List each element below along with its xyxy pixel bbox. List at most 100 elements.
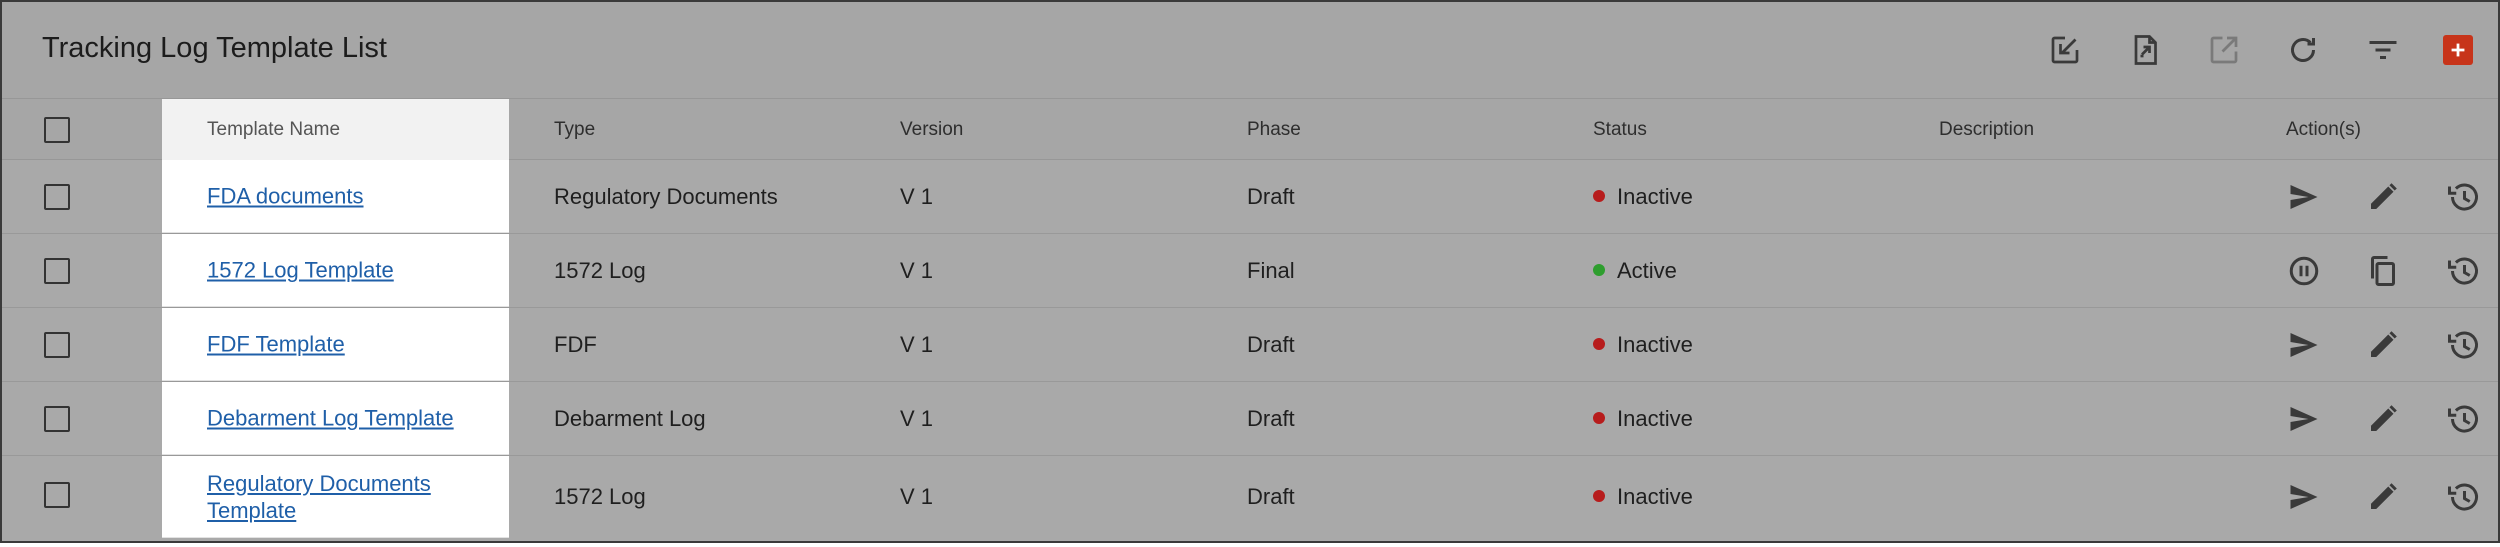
edit-icon [2371, 182, 2397, 209]
table-row: Debarment Log Template Debarment Log V 1 Dr… [2, 382, 2498, 456]
status-dot-icon [1593, 337, 1605, 350]
edit-icon [2371, 404, 2397, 431]
edit-button[interactable] [2364, 478, 2402, 516]
status-dot-icon [1593, 411, 1605, 424]
phase-cell: Draft [1247, 484, 1295, 509]
filter-icon [2369, 41, 2397, 59]
send-button[interactable] [2285, 400, 2323, 438]
status-dot-icon [1593, 189, 1605, 202]
column-header-phase: Phase [1247, 119, 1301, 140]
template-name-cell: Debarment Log Template [162, 382, 509, 455]
column-header-version: Version [900, 119, 964, 140]
history-button[interactable] [2444, 178, 2482, 216]
pause-icon [2289, 256, 2319, 285]
row-checkbox[interactable] [44, 184, 70, 210]
status-cell: Inactive [1593, 484, 1693, 510]
status-label: Active [1617, 257, 1677, 283]
history-icon [2448, 183, 2478, 210]
version-cell: V 1 [900, 257, 934, 283]
type-cell: 1572 Log [554, 257, 646, 283]
template-name-link[interactable]: FDF Template [207, 331, 497, 358]
version-cell: V 1 [900, 484, 934, 509]
status-label: Inactive [1617, 484, 1693, 509]
history-icon [2448, 483, 2478, 511]
import-button[interactable] [2045, 30, 2085, 70]
status-label: Inactive [1617, 331, 1693, 357]
send-icon [2290, 184, 2318, 209]
row-checkbox[interactable] [44, 258, 70, 284]
template-name-link[interactable]: Debarment Log Template [207, 405, 497, 432]
template-name-cell: Regulatory Documents Template [162, 456, 509, 538]
column-header-type: Type [554, 119, 596, 140]
edit-button[interactable] [2364, 178, 2402, 216]
refresh-button[interactable] [2283, 30, 2323, 70]
table-header: Template Name Type Version Phase Status … [2, 98, 2498, 161]
version-cell: V 1 [900, 331, 934, 357]
filter-button[interactable] [2363, 30, 2403, 70]
add-template-button[interactable] [2443, 35, 2473, 65]
status-label: Inactive [1617, 183, 1693, 209]
history-icon [2448, 331, 2478, 358]
edit-icon [2371, 483, 2397, 509]
copy-icon [2371, 255, 2395, 286]
row-checkbox[interactable] [44, 406, 70, 432]
status-cell: Inactive [1593, 406, 1693, 432]
column-label: Template Name [207, 119, 341, 140]
import-icon [2051, 36, 2079, 64]
select-all-checkbox[interactable] [44, 117, 70, 143]
history-button[interactable] [2444, 478, 2482, 516]
type-cell: FDF [554, 331, 597, 357]
row-checkbox[interactable] [44, 332, 70, 358]
template-name-link[interactable]: 1572 Log Template [207, 257, 497, 284]
table-row: FDF Template FDF V 1 Draft Inactive [2, 308, 2498, 382]
phase-cell: Final [1247, 257, 1295, 283]
table-row: 1572 Log Template 1572 Log V 1 Final Active [2, 234, 2498, 308]
plus-icon [2451, 43, 2465, 57]
refresh-icon [2291, 38, 2315, 62]
template-name-link[interactable]: Regulatory Documents Template [207, 470, 497, 524]
type-cell: Regulatory Documents [554, 183, 778, 209]
row-checkbox[interactable] [44, 482, 70, 508]
page-title: Tracking Log Template List [42, 32, 387, 64]
status-cell: Inactive [1593, 184, 1693, 210]
send-icon [2290, 485, 2318, 509]
column-header-template-name[interactable]: Template Name [162, 99, 509, 161]
send-button[interactable] [2285, 478, 2323, 516]
version-cell: V 1 [900, 405, 934, 431]
send-button[interactable] [2285, 326, 2323, 364]
pause-button[interactable] [2285, 252, 2323, 290]
status-dot-icon [1593, 263, 1605, 276]
column-header-actions: Action(s) [2286, 119, 2361, 140]
status-cell: Inactive [1593, 332, 1693, 358]
column-header-description: Description [1939, 119, 2035, 140]
edit-icon [2371, 330, 2397, 357]
send-icon [2290, 332, 2318, 357]
status-label: Inactive [1617, 405, 1693, 431]
history-button[interactable] [2444, 326, 2482, 364]
edit-button[interactable] [2364, 326, 2402, 364]
export-file-button[interactable] [2125, 30, 2165, 70]
edit-button[interactable] [2364, 400, 2402, 438]
history-button[interactable] [2444, 400, 2482, 438]
template-name-cell: FDF Template [162, 308, 509, 381]
history-button[interactable] [2444, 252, 2482, 290]
phase-cell: Draft [1247, 183, 1295, 209]
table-row: FDA documents Regulatory Documents V 1 Draf… [2, 160, 2498, 234]
panel-header: Tracking Log Template List [2, 2, 2498, 98]
copy-button[interactable] [2364, 252, 2402, 290]
send-icon [2290, 406, 2318, 431]
tracking-log-template-panel: Tracking Log Template List Template Name… [0, 0, 2500, 543]
template-name-link[interactable]: FDA documents [207, 183, 497, 210]
table-row: Regulatory Documents Template 1572 Log V 1… [2, 456, 2498, 538]
open-external-button[interactable] [2204, 30, 2244, 70]
phase-cell: Draft [1247, 405, 1295, 431]
type-cell: Debarment Log [554, 405, 706, 431]
type-cell: 1572 Log [554, 484, 646, 509]
column-header-status: Status [1593, 119, 1647, 140]
send-button[interactable] [2285, 178, 2323, 216]
phase-cell: Draft [1247, 331, 1295, 357]
export-file-icon [2134, 35, 2157, 65]
template-name-cell: FDA documents [162, 160, 509, 233]
history-icon [2448, 405, 2478, 432]
open-external-icon [2210, 36, 2238, 64]
